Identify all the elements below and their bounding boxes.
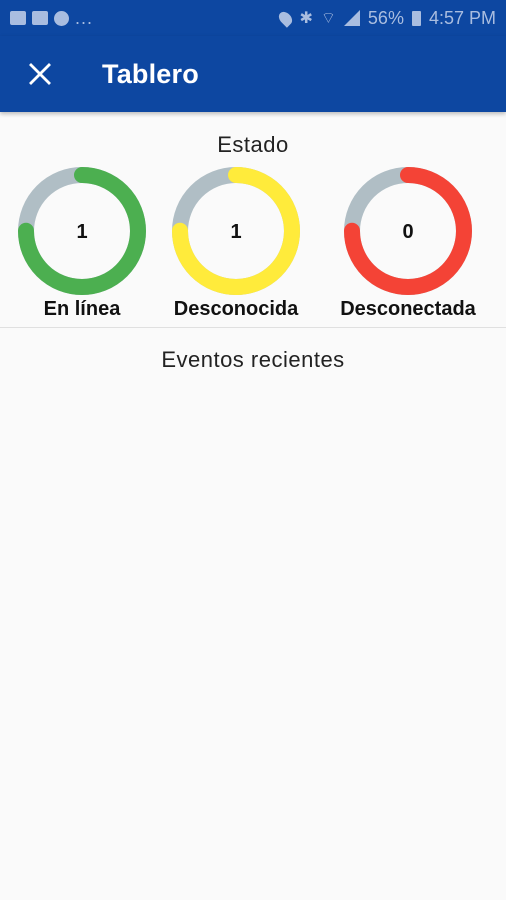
donut-label: Desconocida	[173, 298, 299, 320]
donut-count: 1	[230, 221, 241, 243]
donut-count: 0	[402, 221, 413, 243]
battery-percentage: 56%	[367, 7, 404, 28]
donut-label: Desconectada	[340, 298, 476, 320]
close-button[interactable]	[12, 46, 68, 102]
wifi-icon: ⌔	[320, 10, 336, 27]
donut-count: 1	[76, 221, 87, 243]
status-donut-2: 0 Desconectada	[333, 166, 483, 326]
status-donut-1: 1 Desconocida	[161, 166, 311, 326]
recent-events-list	[0, 385, 506, 900]
section-divider	[0, 327, 506, 328]
close-icon	[29, 63, 51, 85]
message-notification-icon	[32, 11, 48, 25]
chat-notification-icon	[54, 10, 69, 26]
donut-chart: 1	[172, 167, 300, 295]
app-bar: Tablero	[0, 36, 506, 112]
more-notifications-indicator: ...	[75, 7, 94, 28]
donut-chart: 0	[344, 167, 472, 295]
signal-icon	[343, 10, 360, 26]
status-bar-system: ✱ ⌔ 56% 4:57 PM	[276, 7, 496, 29]
status-donut-0: 1 En línea	[7, 166, 157, 326]
status-section-title: Estado	[217, 132, 289, 157]
status-bar-notifications: ...	[10, 8, 93, 29]
recent-events-title: Eventos recientes	[161, 347, 345, 372]
image-notification-icon	[10, 11, 26, 25]
clock: 4:57 PM	[428, 7, 496, 28]
bluetooth-icon: ✱	[299, 10, 313, 27]
donut-chart: 1	[18, 167, 146, 295]
location-icon	[276, 8, 296, 28]
battery-icon	[411, 10, 421, 26]
page-title: Tablero	[102, 58, 199, 89]
status-bar: ... ✱ ⌔ 56% 4:57 PM	[0, 0, 506, 36]
